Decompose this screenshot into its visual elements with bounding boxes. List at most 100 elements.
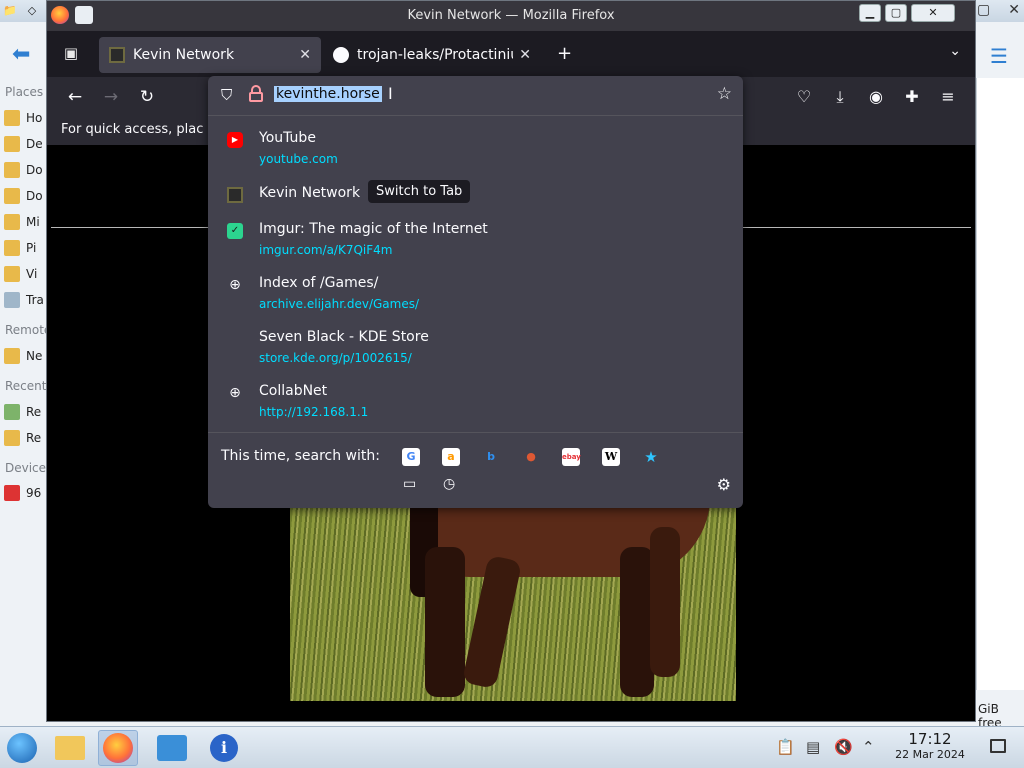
notes-tray-icon[interactable]: ▤: [806, 738, 820, 756]
maximize-icon[interactable]: ▢: [977, 2, 990, 18]
bookmarks-search-icon[interactable]: ★: [642, 448, 660, 466]
app-menu-icon[interactable]: ≡: [936, 85, 960, 109]
one-off-search-bar: This time, search with: G a b ● ebay W ★…: [208, 432, 743, 508]
start-menu-button[interactable]: [2, 730, 42, 766]
network-folder-icon: [4, 348, 20, 364]
sidebar-item[interactable]: Do: [4, 162, 43, 178]
search-with-label: This time, search with:: [221, 448, 380, 464]
sidebar-item[interactable]: Re: [4, 404, 41, 420]
amazon-engine-icon[interactable]: a: [442, 448, 460, 466]
taskbar-info-center[interactable]: i: [204, 730, 244, 766]
window-title: Kevin Network — Mozilla Firefox: [407, 8, 615, 23]
ebay-engine-icon[interactable]: ebay: [562, 448, 581, 466]
wikipedia-engine-icon[interactable]: W: [602, 448, 620, 466]
pin-icon[interactable]: ◇: [24, 3, 40, 19]
expand-tray-icon[interactable]: ⌃: [862, 738, 875, 756]
sidebar-section: Places: [5, 85, 44, 99]
kevin-network-icon: [227, 187, 243, 203]
horse-image: [290, 507, 736, 701]
sidebar-item[interactable]: De: [4, 136, 43, 152]
urlbar-dropdown: ⛉ kevinthe.horse I ☆ ▶ YouTube youtube.c…: [208, 76, 743, 508]
sidebar-item[interactable]: Re: [4, 430, 41, 446]
google-engine-icon[interactable]: G: [402, 448, 420, 466]
maximize-button[interactable]: ▢: [885, 4, 907, 22]
back-arrow-icon[interactable]: ⬅: [12, 42, 30, 67]
firefox-view-icon[interactable]: ▣: [61, 44, 81, 64]
suggestion-title: Imgur: The magic of the Internet: [259, 221, 488, 237]
close-tab-icon[interactable]: ✕: [299, 47, 311, 63]
tab-label: trojan-leaks/Protactinium: [357, 47, 513, 63]
back-icon[interactable]: ←: [63, 85, 87, 109]
close-tab-icon[interactable]: ✕: [519, 47, 531, 63]
suggestion-title: CollabNet: [259, 383, 328, 399]
drive-icon: [4, 485, 20, 501]
imgur-icon: ✓: [227, 223, 243, 239]
new-tab-button[interactable]: +: [557, 43, 572, 64]
account-icon[interactable]: ◉: [864, 85, 888, 109]
suggestion-url: archive.elijahr.dev/Games/: [259, 297, 420, 311]
taskbar: i 📋 ▤ 🔇 ⌃ 17:12 22 Mar 2024: [0, 726, 1024, 768]
folder-icon: [4, 188, 20, 204]
start-orb-icon: [7, 733, 37, 763]
sidebar-item[interactable]: 96: [4, 485, 41, 501]
tabs-search-icon[interactable]: ▭: [403, 476, 416, 492]
show-desktop-icon[interactable]: [990, 739, 1006, 753]
clock-time: 17:12: [908, 730, 952, 748]
sidebar-item[interactable]: Vi: [4, 266, 37, 282]
switch-to-tab-label: Switch to Tab: [368, 180, 471, 203]
sidebar-item[interactable]: Ho: [4, 110, 42, 126]
system-settings-icon: [157, 735, 187, 761]
folder-icon: [4, 266, 20, 282]
sidebar-item[interactable]: Tra: [4, 292, 44, 308]
close-button[interactable]: ✕: [911, 4, 955, 22]
taskbar-firefox[interactable]: [98, 730, 138, 766]
menu-icon[interactable]: ☰: [990, 44, 1008, 68]
minimize-button[interactable]: ▁: [859, 4, 881, 22]
duckduckgo-engine-icon[interactable]: ●: [522, 448, 540, 466]
clock-date: 22 Mar 2024: [895, 748, 965, 761]
recent-locations-icon: [4, 430, 20, 446]
downloads-icon[interactable]: ⤓: [828, 85, 852, 109]
close-icon[interactable]: ✕: [1008, 2, 1020, 18]
tab-trojan-leaks[interactable]: trojan-leaks/Protactinium ✕: [323, 37, 541, 73]
forward-icon[interactable]: →: [99, 85, 123, 109]
search-settings-gear-icon[interactable]: ⚙: [717, 475, 731, 494]
folder-icon: [55, 736, 85, 760]
recent-files-icon: [4, 404, 20, 420]
url-input[interactable]: kevinthe.horse: [274, 86, 382, 102]
suggestion-url: http://192.168.1.1: [259, 405, 369, 419]
sidebar-item[interactable]: Pi: [4, 240, 36, 256]
sidebar-section: Recent: [5, 379, 47, 393]
sidebar-item[interactable]: Do: [4, 188, 43, 204]
tab-kevin-network[interactable]: Kevin Network ✕: [99, 37, 321, 73]
extensions-icon[interactable]: ✚: [900, 85, 924, 109]
volume-muted-icon[interactable]: 🔇: [834, 738, 853, 756]
history-search-icon[interactable]: ◷: [443, 476, 455, 492]
clock[interactable]: 17:12 22 Mar 2024: [880, 730, 980, 761]
places-sidebar: Places Ho De Do Do Mi Pi Vi Tra Remote N…: [0, 80, 52, 600]
insecure-lock-icon[interactable]: [249, 85, 263, 102]
pocket-icon[interactable]: ♡: [792, 85, 816, 109]
tab-bar: ▣ Kevin Network ✕ trojan-leaks/Protactin…: [47, 31, 975, 77]
folder-icon: 📁: [3, 4, 17, 17]
firefox-icon: [103, 733, 133, 763]
bookmark-star-icon[interactable]: ☆: [717, 84, 732, 104]
kevin-network-favicon-icon: [109, 47, 125, 63]
list-all-tabs-icon[interactable]: ⌄: [949, 43, 961, 59]
suggestion-url: imgur.com/a/K7QiF4m: [259, 243, 393, 257]
text-cursor: I: [388, 84, 393, 103]
sidebar-item[interactable]: Ne: [4, 348, 42, 364]
reload-icon[interactable]: ↻: [135, 85, 159, 109]
suggestion-title: YouTube: [259, 130, 316, 146]
suggestion-url: store.kde.org/p/1002615/: [259, 351, 412, 365]
clipboard-tray-icon[interactable]: 📋: [776, 738, 795, 756]
urlbar[interactable]: ⛉ kevinthe.horse I ☆: [208, 76, 743, 116]
taskbar-system-settings[interactable]: [152, 730, 192, 766]
taskbar-file-manager[interactable]: [50, 730, 90, 766]
youtube-icon: ▶: [227, 132, 243, 148]
sidebar-item[interactable]: Mi: [4, 214, 40, 230]
tracking-protection-shield-icon[interactable]: ⛉: [221, 86, 232, 104]
bing-engine-icon[interactable]: b: [482, 448, 500, 466]
globe-icon: ⊕: [229, 385, 241, 401]
file-view-panel: [976, 78, 1024, 690]
